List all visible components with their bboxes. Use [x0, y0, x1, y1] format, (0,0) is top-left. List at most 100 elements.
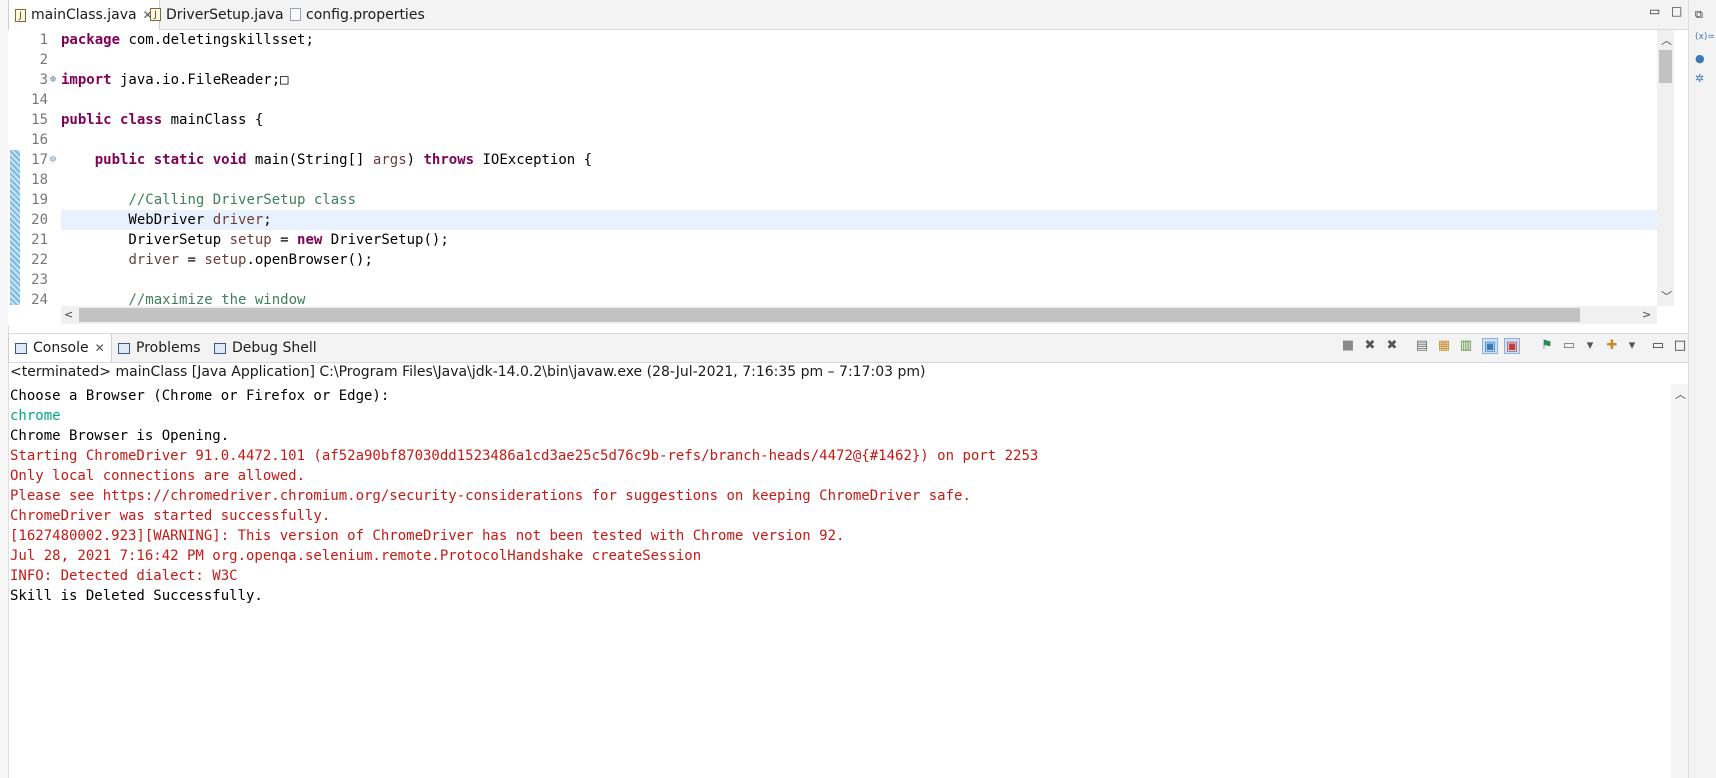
line-number: 17 — [31, 152, 48, 168]
editor-tab-driversetup-java[interactable]: J DriverSetup.java — [144, 0, 290, 29]
code-line[interactable]: 16 — [8, 130, 1658, 150]
variable: setup — [229, 232, 272, 248]
code-line[interactable]: 19 //Calling DriverSetup class — [8, 190, 1658, 210]
line-number: 18 — [31, 172, 48, 188]
show-on-stderr-icon[interactable]: ▣ — [1504, 338, 1520, 354]
comment: //Calling DriverSetup class — [128, 192, 357, 208]
code-token: = — [179, 252, 205, 268]
display-console-icon[interactable]: ▭ — [1561, 338, 1577, 354]
console-tab-debug-shell[interactable]: Debug Shell — [208, 334, 323, 362]
keyword: package — [61, 32, 121, 48]
code-token: ) — [406, 152, 424, 168]
remove-launch-icon[interactable]: ✖ — [1362, 338, 1378, 354]
java-file-icon: J — [15, 8, 26, 22]
terminate-icon[interactable]: ■ — [1340, 338, 1356, 354]
code-token: IOException { — [474, 152, 593, 168]
editor-vertical-scroll-thumb[interactable] — [1659, 50, 1672, 83]
console-line: Choose a Browser (Chrome or Firefox or E… — [10, 388, 390, 404]
code-line[interactable]: 21 DriverSetup setup = new DriverSetup()… — [8, 230, 1658, 250]
variables-icon[interactable]: (x)= — [1695, 32, 1715, 42]
scroll-right-icon[interactable]: > — [1642, 308, 1651, 321]
code-line[interactable]: 22 driver = setup.openBrowser(); — [8, 250, 1658, 270]
remove-all-icon[interactable]: ✖ — [1384, 338, 1400, 354]
show-on-stdout-icon[interactable]: ▣ — [1482, 338, 1498, 354]
code-line[interactable]: 2 — [8, 50, 1658, 70]
minimize-icon[interactable]: ▭ — [1649, 4, 1660, 18]
scroll-left-icon[interactable]: < — [64, 308, 73, 321]
console-tab-problems[interactable]: Problems — [112, 334, 207, 362]
line-number: 20 — [31, 212, 48, 228]
console-vertical-scrollbar[interactable] — [1671, 384, 1688, 778]
console-line: ChromeDriver was started successfully. — [10, 508, 331, 524]
code-line[interactable]: 14 — [8, 90, 1658, 110]
variable: args — [372, 152, 407, 168]
console-line: chrome — [10, 408, 61, 424]
console-output[interactable]: Choose a Browser (Chrome or Firefox or E… — [10, 386, 1670, 606]
word-wrap-icon[interactable]: ▥ — [1458, 338, 1474, 354]
line-number: 21 — [31, 232, 48, 248]
console-icon — [15, 342, 27, 354]
code-token: = — [271, 232, 298, 248]
code-line[interactable]: 20 WebDriver driver; — [8, 210, 1658, 230]
code-token: java.io.FileReader; — [111, 72, 281, 88]
scroll-up-icon[interactable]: ︿ — [1661, 32, 1672, 48]
breakpoints-icon[interactable]: ● — [1695, 52, 1705, 65]
console-scroll-up-icon[interactable]: ︿ — [1675, 386, 1686, 402]
code-text: public class mainClass { — [61, 110, 263, 130]
line-number: 16 — [31, 132, 48, 148]
code-text: //Calling DriverSetup class — [61, 190, 356, 210]
collapse-fold-icon[interactable]: ⊖ — [50, 150, 56, 170]
code-token: WebDriver — [61, 212, 213, 228]
maximize-icon[interactable]: □ — [1671, 4, 1682, 18]
editor-tab-mainclass-java[interactable]: JmainClass.java ✕ — [8, 0, 160, 30]
variable: driver — [212, 212, 264, 228]
code-text: package com.deletingskillsset; — [61, 30, 314, 50]
code-line[interactable]: 1 package com.deletingskillsset; — [8, 30, 1658, 50]
code-lines[interactable]: 1 package com.deletingskillsset; 2 3 ⊕ import… — [8, 30, 1658, 306]
console-tab-console[interactable]: Console ✕ — [8, 334, 112, 362]
java-file-icon: J — [150, 8, 161, 21]
close-icon[interactable]: ✕ — [95, 341, 105, 355]
console-line: Skill is Deleted Successfully. — [10, 588, 263, 604]
line-number: 15 — [31, 112, 48, 128]
clear-console-icon[interactable]: ▤ — [1414, 338, 1430, 354]
pin-console-icon[interactable]: ⚑ — [1539, 338, 1555, 354]
code-line[interactable]: 15 public class mainClass { — [8, 110, 1658, 130]
scroll-lock-icon[interactable]: ▦ — [1436, 338, 1452, 354]
keyword: throws — [423, 152, 475, 168]
code-line[interactable]: 3 ⊕ import java.io.FileReader;□ — [8, 70, 1658, 90]
editor-tab-config-properties[interactable]: config.properties — [284, 0, 431, 29]
line-number: 2 — [39, 52, 48, 68]
right-trim-bar: ⧉ (x)= ● ✲ — [1688, 0, 1716, 778]
console-line: Jul 28, 2021 7:16:42 PM org.openqa.selen… — [10, 548, 702, 564]
code-text: import java.io.FileReader;□ — [61, 70, 289, 90]
expand-fold-icon[interactable]: ⊕ — [50, 70, 56, 90]
open-console-dropdown-icon[interactable]: ▾ — [1624, 338, 1640, 354]
keyword: import — [61, 72, 112, 88]
launch-status: <terminated> mainClass [Java Application… — [10, 364, 926, 380]
console-line: Only local connections are allowed. — [10, 468, 306, 484]
scroll-down-icon[interactable]: ﹀ — [1661, 288, 1672, 304]
display-dropdown-icon[interactable]: ▾ — [1582, 338, 1598, 354]
keyword: public — [94, 152, 146, 168]
minimize-icon[interactable]: ▭ — [1650, 338, 1666, 354]
code-line[interactable]: 23 — [8, 270, 1658, 290]
maximize-icon[interactable]: □ — [1672, 338, 1688, 354]
open-console-icon[interactable]: ✚ — [1604, 338, 1620, 354]
console-line: Please see https://chromedriver.chromium… — [10, 488, 971, 504]
code-token: main(String[] — [246, 152, 373, 168]
expressions-icon[interactable]: ✲ — [1695, 72, 1704, 85]
code-line[interactable]: 17 ⊖ public static void main(String[] arg… — [8, 150, 1658, 170]
code-token: □ — [280, 72, 289, 88]
line-number: 24 — [31, 292, 48, 306]
code-text: DriverSetup setup = new DriverSetup(); — [61, 230, 448, 250]
code-line[interactable]: 24 //maximize the window — [8, 290, 1658, 306]
variable: driver — [128, 252, 180, 268]
code-line[interactable]: 18 — [8, 170, 1658, 190]
restore-icon[interactable]: ⧉ — [1695, 8, 1703, 22]
editor-horizontal-scroll-thumb[interactable] — [79, 308, 1580, 322]
console-tab-label: Problems — [136, 340, 201, 356]
